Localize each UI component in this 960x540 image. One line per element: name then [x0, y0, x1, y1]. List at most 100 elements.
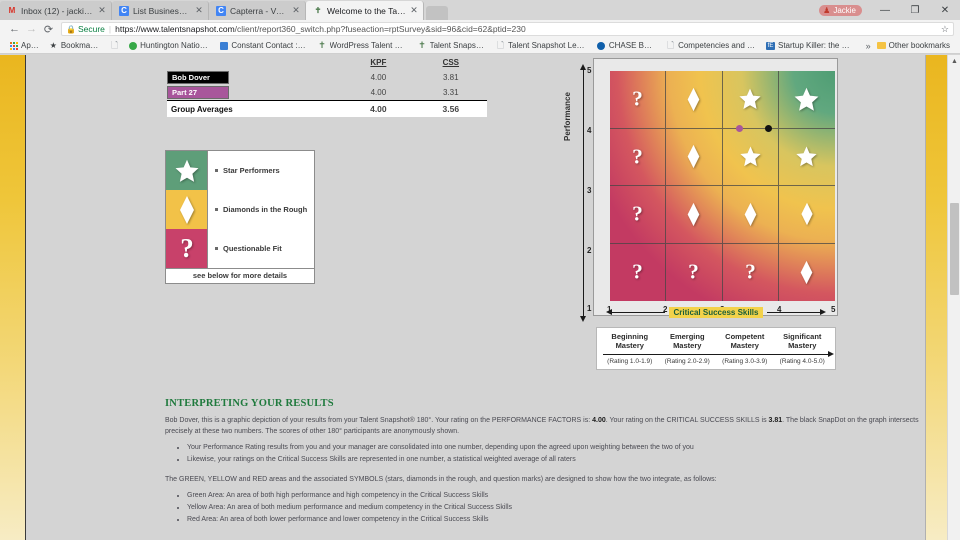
page-scrollbar[interactable]: ▲ — [947, 55, 960, 540]
table-row: Part 27 4.00 3.31 — [167, 85, 487, 101]
mastery-headings: Beginning Mastery Emerging Mastery Compe… — [601, 332, 831, 350]
talent-snapshot-icon: ✝ — [318, 41, 326, 50]
cell-r1c3-question: ? — [723, 243, 779, 301]
cell-r3c3-star — [722, 128, 779, 186]
svg-text:?: ? — [632, 145, 643, 168]
browser-tab-2[interactable]: C List Business Software at ✕ — [112, 1, 209, 20]
reload-icon[interactable]: ⟳ — [40, 21, 57, 38]
bookmark-talent-snapshot-learning[interactable]: 🗋 Talent Snapshot Learn — [491, 41, 592, 50]
chart-symbol-grid: ? ? ? ? ? ? — [610, 71, 835, 301]
cell-r4c4-star — [778, 71, 835, 129]
other-bookmarks-label: Other bookmarks — [888, 41, 950, 50]
symbol-legend: Star Performers Diamonds in the Rough ? … — [165, 150, 315, 284]
document-icon: 🗋 — [111, 41, 119, 50]
star-icon: ★ — [49, 41, 57, 50]
browser-tab-3[interactable]: C Capterra - Vendor Portal ✕ — [209, 1, 306, 20]
y-tick-5: 5 — [587, 66, 592, 75]
bookmark-talent-snapshot[interactable]: ✝ Talent Snapshot — [413, 41, 491, 50]
mastery-scale: Beginning Mastery Emerging Mastery Compe… — [596, 327, 836, 371]
bookmarks-overflow-button[interactable]: » — [860, 41, 877, 51]
css-value: 3.31 — [443, 88, 459, 97]
data-point-bob-dover[interactable] — [764, 125, 772, 132]
other-bookmarks-button[interactable]: Other bookmarks — [876, 41, 956, 50]
group-averages-label: Group Averages — [167, 100, 343, 117]
page-right-accent-bar — [925, 55, 947, 540]
scroll-up-icon[interactable]: ▲ — [948, 55, 960, 68]
address-bar[interactable]: 🔒 Secure | https://www.talentsnapshot.co… — [61, 22, 954, 36]
diamond-icon — [166, 190, 208, 229]
bookmark-label: Talent Snapshot — [429, 41, 487, 50]
participant-name-cell: Part 27 — [167, 85, 342, 101]
column-header-name — [167, 58, 342, 70]
svg-text:?: ? — [632, 202, 643, 225]
chart-y-axis-label: Performance — [563, 92, 572, 141]
svg-text:?: ? — [745, 260, 756, 283]
mastery-ranges: (Rating 1.0-1.9) (Rating 2.0-2.9) (Ratin… — [601, 358, 831, 365]
scrollbar-thumb[interactable] — [950, 203, 959, 295]
list-item: Yellow Area: An area of both medium perf… — [187, 502, 925, 513]
list-item: Likewise, your ratings on the Critical S… — [187, 454, 925, 465]
question-mark-icon: ? — [166, 229, 208, 268]
tab-close-icon[interactable]: ✕ — [97, 6, 107, 15]
maximize-button[interactable]: ❐ — [900, 0, 930, 20]
cell-r1c4-diamond — [779, 244, 835, 302]
bookmark-star-icon[interactable]: ☆ — [935, 24, 949, 35]
cell-r4c2-diamond — [666, 71, 723, 129]
minimize-button[interactable]: — — [870, 0, 900, 20]
folder-icon — [876, 41, 886, 50]
group-averages-css: 3.56 — [414, 100, 487, 117]
bookmark-startup-killer[interactable]: fE Startup Killer: the Cos — [761, 41, 860, 50]
bookmark-wordpress-talent-snapshot[interactable]: ✝ WordPress Talent Sna — [313, 41, 413, 50]
tab-close-icon[interactable]: ✕ — [194, 6, 204, 15]
bookmark-label: CHASE Bank — [608, 41, 657, 50]
symbols-explanation: The GREEN, YELLOW and RED areas and the … — [165, 476, 717, 484]
bookmark-label: Huntington National — [140, 41, 210, 50]
bookmark-bookmarks[interactable]: ★ Bookmarks — [44, 41, 105, 50]
bookmark-apps[interactable]: Apps — [4, 41, 44, 50]
profile-chip[interactable]: ♟ Jackie — [819, 4, 862, 16]
page-viewport: ▲ KPF CSS Bob Dover 4.00 3.81 Part 27 4.… — [0, 55, 960, 540]
bookmark-untitled[interactable]: 🗋 — [105, 41, 123, 50]
report-page: KPF CSS Bob Dover 4.00 3.81 Part 27 4.00… — [27, 55, 925, 540]
legend-label-wrap: Questionable Fit — [208, 229, 314, 268]
cell-r4c3-star — [722, 71, 779, 129]
x-axis-arrow-right — [767, 309, 826, 315]
cell-r2c1-question: ? — [610, 186, 667, 244]
close-window-button[interactable]: ✕ — [930, 0, 960, 20]
legend-label-wrap: Diamonds in the Rough — [208, 190, 314, 229]
chase-icon — [597, 41, 606, 50]
legend-row-diamond: Diamonds in the Rough — [166, 190, 314, 229]
svg-text:?: ? — [689, 260, 700, 283]
bookmark-chase-bank[interactable]: CHASE Bank — [592, 41, 661, 50]
new-tab-button[interactable] — [426, 6, 448, 20]
bookmark-constant-contact[interactable]: Constant Contact : Lo — [214, 41, 312, 50]
tab-title: Welcome to the Talent M — [327, 5, 406, 16]
bookmark-huntington-national[interactable]: Huntington National — [123, 41, 214, 50]
tab-title: List Business Software at — [133, 5, 191, 16]
tab-close-icon[interactable]: ✕ — [291, 6, 301, 15]
back-icon[interactable]: ← — [6, 21, 23, 38]
cell-r3c1-question: ? — [610, 128, 667, 186]
profile-name: Jackie — [833, 5, 856, 15]
page-left-accent-bar — [0, 55, 26, 540]
forward-icon[interactable]: → — [23, 21, 40, 38]
cell-r2c2-diamond — [666, 186, 723, 244]
browser-tab-4-active[interactable]: ✝ Welcome to the Talent M ✕ — [306, 1, 424, 20]
bookmark-label: Startup Killer: the Cos — [778, 41, 855, 50]
participant-name-cell: Bob Dover — [167, 70, 342, 85]
mastery-level-4: Significant Mastery — [783, 332, 822, 350]
talent-snapshot-icon: ✝ — [314, 5, 322, 15]
performance-matrix-chart: Performance 5 4 3 2 1 ? ? ? ? ? ? 2 4 5 … — [563, 55, 840, 385]
cell-r1c1-question: ? — [610, 243, 667, 301]
svg-text:?: ? — [632, 87, 643, 110]
table-header-row: KPF CSS — [167, 58, 487, 70]
rating-bullet-list: Your Performance Rating results from you… — [165, 442, 925, 465]
svg-text:?: ? — [180, 234, 194, 263]
browser-tab-1[interactable]: M Inbox (12) - jackiemesse ✕ — [0, 1, 112, 20]
bookmarks-bar: Apps ★ Bookmarks 🗋 Huntington National C… — [0, 38, 960, 54]
tab-close-icon[interactable]: ✕ — [409, 6, 419, 15]
mastery-range-1: (Rating 1.0-1.9) — [607, 358, 653, 366]
bookmark-competencies[interactable]: 🗋 Competencies and Re — [661, 41, 761, 50]
apps-grid-icon — [9, 41, 18, 50]
cell-r3c4-star — [778, 129, 835, 186]
